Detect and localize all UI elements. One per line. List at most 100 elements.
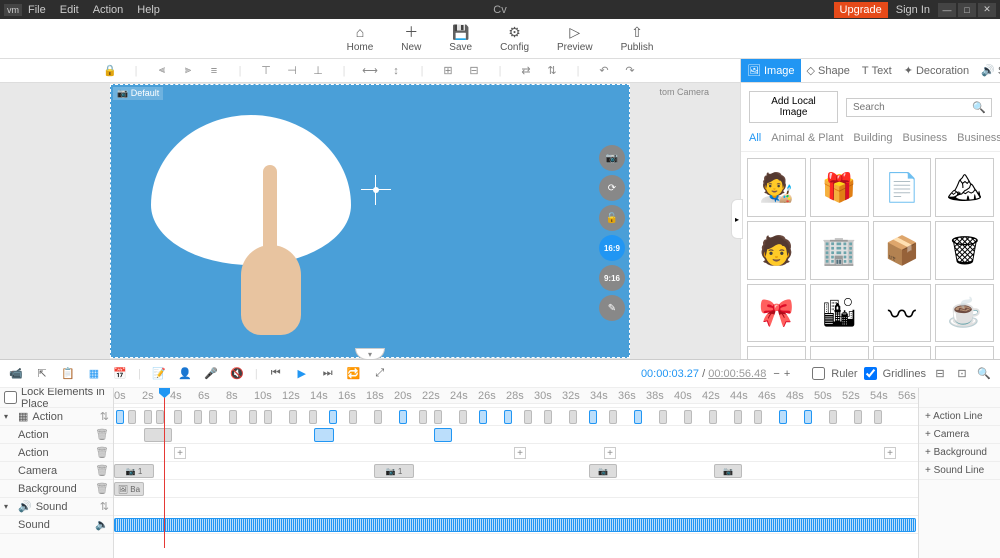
signin-button[interactable]: Sign In (890, 2, 936, 18)
clip[interactable] (434, 410, 442, 424)
clip[interactable] (209, 410, 217, 424)
cat-animal[interactable]: Animal & Plant (771, 132, 843, 144)
playhead[interactable] (164, 388, 165, 548)
clip[interactable] (289, 410, 297, 424)
fullscreen-icon[interactable]: ⤢ (372, 367, 388, 380)
audio-waveform[interactable] (114, 518, 916, 532)
clip[interactable] (128, 410, 136, 424)
align-top-icon[interactable]: ⊤ (258, 64, 274, 77)
group-icon[interactable]: ⊞ (440, 64, 456, 77)
track-label-camera[interactable]: Camera🗑 (0, 462, 113, 480)
track-sound[interactable] (114, 516, 918, 534)
calendar-icon[interactable]: 📅 (112, 367, 128, 380)
maximize-button[interactable]: □ (958, 3, 976, 17)
clip[interactable] (229, 410, 237, 424)
note-icon[interactable]: 📝 (151, 367, 167, 380)
clip[interactable] (544, 410, 552, 424)
ratio-9-16-button[interactable]: 9:16 (599, 265, 625, 291)
asset-item[interactable]: 🧑 (747, 221, 806, 280)
clip[interactable] (609, 410, 617, 424)
clip[interactable] (116, 410, 124, 424)
clip[interactable] (459, 410, 467, 424)
prev-icon[interactable]: ⏮ (268, 367, 284, 380)
new-button[interactable]: ＋New (401, 24, 421, 53)
distribute-h-icon[interactable]: ⟷ (362, 64, 378, 77)
clip[interactable] (659, 410, 667, 424)
clip[interactable] (734, 410, 742, 424)
camera-clip[interactable]: 📷 (589, 464, 617, 478)
preview-button[interactable]: ▷Preview (557, 24, 593, 53)
align-left-icon[interactable]: ⫷ (154, 64, 170, 77)
asset-item[interactable]: 🏔 (935, 158, 994, 217)
clip[interactable] (249, 410, 257, 424)
next-icon[interactable]: ⏭ (320, 367, 336, 380)
track-action3[interactable]: + + + + (114, 444, 918, 462)
track-bg[interactable]: 🖼 Ba (114, 480, 918, 498)
clip[interactable] (589, 410, 597, 424)
align-middle-icon[interactable]: ⊣ (284, 64, 300, 77)
clip[interactable] (329, 410, 337, 424)
add-clip-icon[interactable]: + (604, 447, 616, 459)
tab-text[interactable]: TText (856, 59, 898, 82)
asset-item[interactable]: 📦 (873, 221, 932, 280)
redo-icon[interactable]: ↷ (622, 64, 638, 77)
add-action-line[interactable]: + Action Line (919, 408, 1000, 426)
track-action2[interactable] (114, 426, 918, 444)
loop-icon[interactable]: 🔁 (346, 367, 362, 380)
track-action1[interactable] (114, 408, 918, 426)
clip[interactable] (829, 410, 837, 424)
clip[interactable] (174, 410, 182, 424)
sort-icon[interactable]: ⇅ (100, 410, 109, 423)
time-minus[interactable]: − (773, 368, 779, 380)
track-label-sound1[interactable]: ▾🔊Sound⇅ (0, 498, 113, 516)
cat-business[interactable]: Business (903, 132, 948, 144)
add-clip-icon[interactable]: + (174, 447, 186, 459)
delete-icon[interactable]: 🗑 (95, 428, 109, 441)
asset-item[interactable]: 📄 (873, 158, 932, 217)
mic-icon[interactable]: 🎤 (203, 367, 219, 380)
clip[interactable] (684, 410, 692, 424)
expand-icon[interactable]: ▾ (4, 502, 14, 511)
tab-sound[interactable]: 🔊Sound (975, 59, 1000, 82)
canvas[interactable]: 📷 Default tom Camera 📷 ⟳ 🔓 16:9 9:16 ✎ (110, 84, 630, 358)
hand-image[interactable] (241, 165, 301, 335)
export-icon[interactable]: ⇱ (34, 367, 50, 380)
flip-h-icon[interactable]: ⇄ (518, 64, 534, 77)
asset-item[interactable]: 🏙 (810, 284, 869, 343)
minimize-button[interactable]: — (938, 3, 956, 17)
lock-icon[interactable]: 🔒 (102, 64, 118, 77)
ratio-16-9-button[interactable]: 16:9 (599, 235, 625, 261)
clip[interactable] (504, 410, 512, 424)
search-icon[interactable]: 🔍 (972, 101, 986, 114)
track-label-action2[interactable]: Action🗑 (0, 426, 113, 444)
tab-image[interactable]: 🖼Image (741, 59, 801, 82)
edit-tool-icon[interactable]: ✎ (599, 295, 625, 321)
clip[interactable] (399, 410, 407, 424)
tab-decoration[interactable]: ✦Decoration (898, 59, 975, 82)
clip[interactable] (804, 410, 812, 424)
ungroup-icon[interactable]: ⊟ (466, 64, 482, 77)
distribute-v-icon[interactable]: ↕ (388, 65, 404, 77)
clip[interactable] (874, 410, 882, 424)
rotate-tool-icon[interactable]: ⟳ (599, 175, 625, 201)
total-time[interactable]: 00:00:56.48 (708, 368, 766, 380)
asset-item[interactable]: 〰 (873, 284, 932, 343)
clip[interactable] (779, 410, 787, 424)
asset-item[interactable]: 🐾 (747, 346, 806, 359)
camera-mode-icon[interactable]: 📹 (8, 367, 24, 380)
ruler-checkbox[interactable] (812, 367, 825, 380)
clipboard-icon[interactable]: 📋 (60, 367, 76, 380)
clip[interactable] (434, 428, 452, 442)
clip[interactable] (754, 410, 762, 424)
clip[interactable] (634, 410, 642, 424)
mute-track-icon[interactable]: 🔈 (95, 518, 109, 531)
clip[interactable] (709, 410, 717, 424)
camera-clip[interactable]: 📷 1 (114, 464, 154, 478)
clip[interactable] (156, 410, 164, 424)
cat-all[interactable]: All (749, 132, 761, 144)
clip[interactable] (309, 410, 317, 424)
save-button[interactable]: 💾Save (449, 24, 472, 53)
close-button[interactable]: ✕ (978, 3, 996, 17)
camera-clip[interactable]: 📷 1 (374, 464, 414, 478)
grid-icon[interactable]: ▦ (86, 367, 102, 380)
